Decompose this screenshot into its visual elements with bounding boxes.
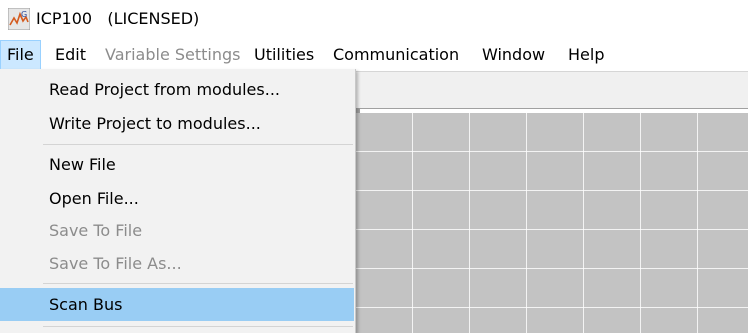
menu-utilities[interactable]: Utilities: [248, 40, 320, 70]
menu-separator: [43, 326, 353, 327]
menu-separator: [43, 283, 353, 284]
menu-file[interactable]: File: [0, 40, 41, 70]
app-icon: G: [8, 8, 30, 30]
svg-text:G: G: [21, 10, 27, 19]
workspace-canvas[interactable]: [356, 113, 748, 333]
menu-bar: File Edit Variable Settings Utilities Co…: [0, 40, 748, 70]
menu-item-open-file[interactable]: Open File...: [0, 182, 354, 215]
file-menu-dropdown: Read Project from modules... Write Proje…: [0, 69, 356, 333]
menu-window[interactable]: Window: [476, 40, 551, 70]
menu-item-write-project[interactable]: Write Project to modules...: [0, 107, 354, 140]
window-title: ICP100 (LICENSED): [36, 9, 200, 28]
menu-item-new-file[interactable]: New File: [0, 148, 354, 181]
menu-edit[interactable]: Edit: [49, 40, 92, 70]
menu-item-scan-bus[interactable]: Scan Bus: [0, 288, 354, 321]
menu-help[interactable]: Help: [562, 40, 610, 70]
menu-item-save-to-file-as[interactable]: Save To File As...: [0, 247, 354, 280]
title-bar: G ICP100 (LICENSED): [0, 0, 748, 38]
menu-item-read-project[interactable]: Read Project from modules...: [0, 73, 354, 106]
menu-item-save-to-file[interactable]: Save To File: [0, 214, 354, 247]
menu-separator: [43, 144, 353, 145]
menu-variable-settings[interactable]: Variable Settings: [99, 40, 247, 70]
menu-communication[interactable]: Communication: [327, 40, 465, 70]
